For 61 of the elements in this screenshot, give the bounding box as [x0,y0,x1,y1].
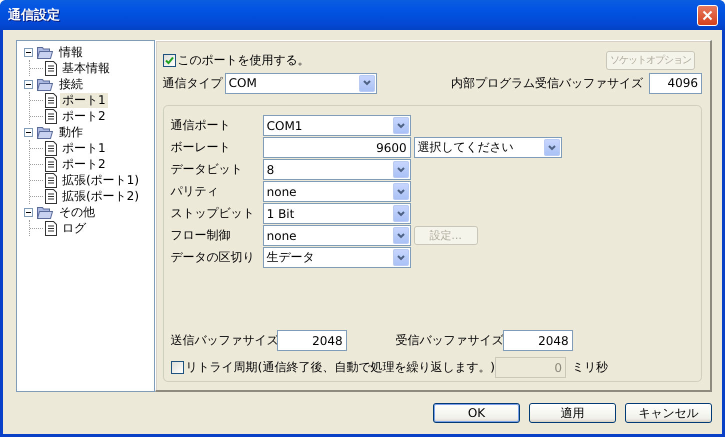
folder-icon [37,78,53,90]
field-label: 通信ポート [170,117,232,134]
dropdown[interactable]: COM1 [262,115,411,136]
checkbox[interactable] [170,361,184,374]
folder-icon [37,46,53,58]
input-field[interactable]: 2048 [502,330,573,351]
tree-item[interactable]: その他 [57,204,97,220]
field-label: データビット [170,161,244,178]
tree-item[interactable]: ポート1 [60,92,108,108]
document-icon [45,60,57,76]
field-label: ストップビット [170,205,256,222]
dropdown[interactable]: 生データ [262,247,411,268]
checkbox-label: リトライ周期(通信終了後、自動で処理を繰り返します。) [186,359,495,376]
field-label: パリティ [170,183,220,200]
field-label: 通信タイプ [162,74,224,92]
input-field[interactable]: 9600 [262,137,411,158]
unit-label: ミリ秒 [572,359,608,376]
tree-item[interactable]: 情報 [57,44,85,60]
tree-item[interactable]: ポート2 [60,108,108,124]
dropdown[interactable]: 1 Bit [262,203,411,224]
field-label: フロー制御 [170,227,232,244]
dropdown[interactable]: 選択してください [414,137,562,158]
window-title: 通信設定 [8,6,60,24]
checkbox-label: このポートを使用する。 [178,52,310,68]
dropdown[interactable]: none [262,225,411,246]
dropdown[interactable]: COM [224,72,377,94]
collapse-icon[interactable] [24,208,33,216]
collapse-icon[interactable] [24,48,33,56]
document-icon [45,172,57,188]
collapse-icon[interactable] [24,80,33,88]
checkbox[interactable] [162,54,176,66]
tree-item[interactable]: ポート2 [60,156,108,172]
document-icon [45,108,57,124]
field-label: データの区切り [170,249,256,266]
document-icon [45,188,57,204]
folder-icon [37,206,53,218]
tree-item[interactable]: ポート1 [60,140,108,156]
tree-item[interactable]: 動作 [57,124,85,140]
input-field[interactable]: 2048 [276,330,347,351]
folder-icon [37,126,53,138]
tree-item[interactable]: 拡張(ポート1) [60,172,141,188]
close-button[interactable] [697,4,718,26]
tree-item[interactable]: 基本情報 [60,60,112,76]
document-icon [45,220,57,236]
dialog-button[interactable]: OK [433,403,520,423]
field-label: 内部プログラム受信バッファサイズ [451,74,643,92]
dialog-button[interactable]: キャンセル [625,403,712,423]
dropdown[interactable]: none [262,181,411,202]
document-icon [45,140,57,156]
field-label: 受信バッファサイズ [396,332,503,349]
field-label: ボーレート [170,139,232,156]
dropdown[interactable]: 8 [262,159,411,180]
collapse-icon[interactable] [24,128,33,136]
tree-item[interactable]: 拡張(ポート2) [60,188,141,204]
close-icon [702,10,713,20]
document-icon [45,92,57,108]
tree-item[interactable]: 接続 [57,76,85,92]
tree-item[interactable]: ログ [60,220,88,236]
input-field[interactable]: 4096 [649,72,702,94]
document-icon [45,156,57,172]
dialog-button[interactable]: 適用 [529,403,616,423]
